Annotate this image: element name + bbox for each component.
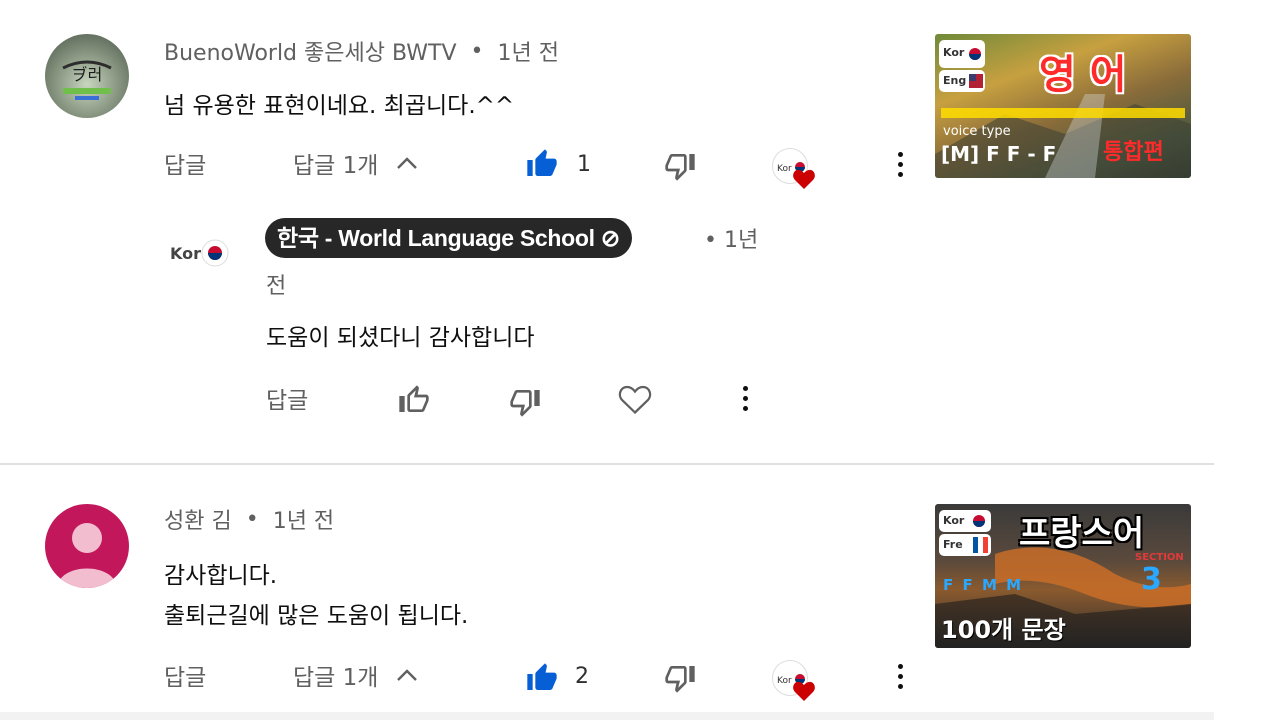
language-badge-fre: Fre xyxy=(943,538,963,551)
replies-toggle[interactable]: 답글 1개 xyxy=(293,658,418,692)
comment-text: 넘 유용한 표현이네요. 최곱니다.^^ xyxy=(164,93,515,119)
thumbnail-subtitle: voice type xyxy=(943,124,1011,139)
thumbnail-tag: 통합편 xyxy=(1103,140,1164,165)
heart-filled-icon xyxy=(793,169,815,189)
svg-text:Kor: Kor xyxy=(777,164,792,174)
thread-divider xyxy=(0,463,1214,465)
thumbnail-title: 프랑스어 xyxy=(1019,514,1145,554)
thumbs-down-icon xyxy=(510,390,540,417)
chevron-up-icon xyxy=(397,669,418,681)
language-badge-kor: Kor xyxy=(943,46,965,59)
avatar[interactable] xyxy=(45,504,129,588)
heart-filled-icon xyxy=(793,681,815,701)
svg-text:ヺ러: ヺ러 xyxy=(72,65,103,84)
separator-dot: • xyxy=(470,38,484,64)
chevron-up-icon xyxy=(397,157,418,169)
more-options-icon[interactable] xyxy=(898,664,903,694)
comment-author[interactable]: 성환 김 xyxy=(164,503,232,535)
thumbs-down-icon xyxy=(665,154,695,181)
like-button[interactable] xyxy=(526,662,558,698)
comment-time[interactable]: 1년 전 xyxy=(498,35,559,67)
dislike-button[interactable] xyxy=(664,150,696,186)
reply-time[interactable]: • 1년 xyxy=(704,222,758,254)
like-button[interactable] xyxy=(398,384,430,420)
thumbnail-stripe xyxy=(941,108,1185,118)
default-user-icon xyxy=(57,523,117,588)
thumbs-down-icon xyxy=(665,666,695,693)
thumbnail-title: 영 어 xyxy=(1039,52,1127,98)
thumbnail-subtitle: 100개 문장 xyxy=(941,616,1066,644)
language-badge-eng: Eng xyxy=(943,74,967,87)
thumbnail-voice: [M] F F - F xyxy=(941,142,1057,166)
dislike-button[interactable] xyxy=(664,662,696,698)
more-options-icon[interactable] xyxy=(898,152,903,182)
dislike-button[interactable] xyxy=(509,386,541,422)
creator-heart-badge[interactable]: Kor xyxy=(770,658,816,704)
creator-heart-badge[interactable]: Kor xyxy=(770,146,816,192)
language-badge-kor: Kor xyxy=(943,514,965,527)
video-thumbnail[interactable]: Kor Fre 프랑스어 SECTION 3 F F M M 100개 문장 xyxy=(935,504,1191,648)
avatar[interactable]: ヺ러 xyxy=(45,34,129,118)
reply-time-continued: 전 xyxy=(266,274,287,299)
replies-toggle[interactable]: 답글 1개 xyxy=(293,146,418,180)
heart-button[interactable] xyxy=(617,382,653,420)
reply-avatar[interactable]: Kor xyxy=(164,234,236,274)
replies-toggle-label: 답글 1개 xyxy=(293,665,379,691)
comment-time[interactable]: 1년 전 xyxy=(273,503,334,535)
like-count: 1 xyxy=(577,152,591,177)
reply-avatar-label: Kor xyxy=(170,244,201,263)
video-thumbnail[interactable]: Kor Eng 영 어 voice type [M] F F - F 통합편 xyxy=(935,34,1191,178)
comment-author[interactable]: BuenoWorld 좋은세상 BWTV xyxy=(164,35,457,67)
korea-flag-icon xyxy=(201,239,229,267)
like-count: 2 xyxy=(575,664,589,689)
heart-outline-icon xyxy=(618,385,652,415)
creator-name-badge[interactable]: 한국 - World Language School ⊘ xyxy=(265,218,632,258)
comment-text-line: 감사합니다. xyxy=(164,563,278,589)
reply-button[interactable]: 답글 xyxy=(164,146,206,180)
replies-toggle-label: 답글 1개 xyxy=(293,153,379,179)
more-options-icon[interactable] xyxy=(743,386,748,416)
like-button[interactable] xyxy=(526,148,558,184)
thumbnail-section-number: 3 xyxy=(1141,562,1162,597)
reply-button[interactable]: 답글 xyxy=(266,381,308,415)
thumbs-up-filled-icon xyxy=(527,149,557,176)
svg-text:Kor: Kor xyxy=(777,676,792,686)
reply-button[interactable]: 답글 xyxy=(164,658,206,692)
avatar-logo-icon: ヺ러 xyxy=(62,60,112,100)
comment-text-line: 출퇴근길에 많은 도움이 됩니다. xyxy=(164,603,469,629)
thumbnail-voice: F F M M xyxy=(943,576,1024,594)
thumbs-up-icon xyxy=(399,385,429,412)
reply-text: 도움이 되셨다니 감사합니다 xyxy=(266,325,535,351)
thumbs-up-filled-icon xyxy=(527,663,557,690)
bottom-strip xyxy=(0,712,1214,720)
separator-dot: • xyxy=(245,506,259,532)
